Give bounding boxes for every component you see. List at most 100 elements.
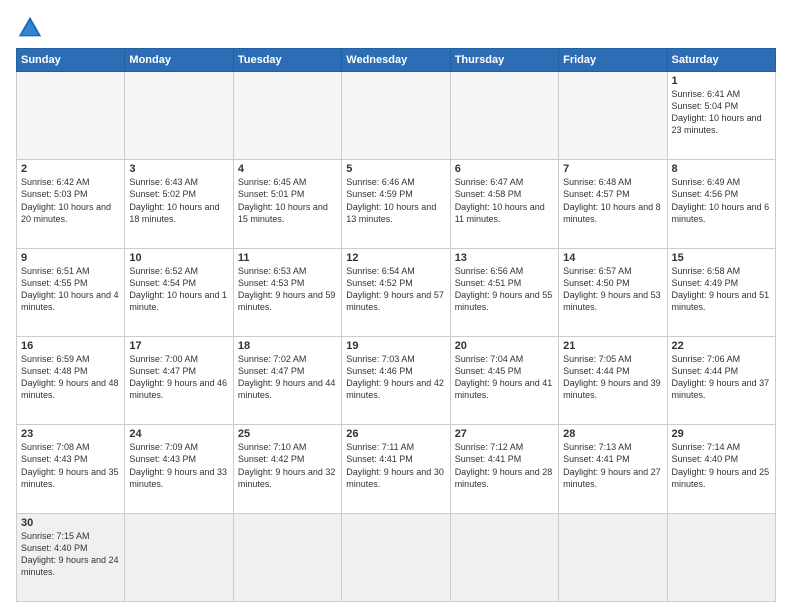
day-info: Sunrise: 6:47 AMSunset: 4:58 PMDaylight:… <box>455 176 554 225</box>
day-cell: 16Sunrise: 6:59 AMSunset: 4:48 PMDayligh… <box>17 336 125 424</box>
day-info: Sunrise: 7:11 AMSunset: 4:41 PMDaylight:… <box>346 441 445 490</box>
day-info: Sunrise: 6:52 AMSunset: 4:54 PMDaylight:… <box>129 265 228 314</box>
day-cell <box>450 513 558 601</box>
day-cell: 30Sunrise: 7:15 AMSunset: 4:40 PMDayligh… <box>17 513 125 601</box>
day-number: 21 <box>563 340 662 352</box>
day-info: Sunrise: 6:58 AMSunset: 4:49 PMDaylight:… <box>672 265 771 314</box>
day-info: Sunrise: 6:56 AMSunset: 4:51 PMDaylight:… <box>455 265 554 314</box>
day-number: 20 <box>455 340 554 352</box>
week-row-2: 2Sunrise: 6:42 AMSunset: 5:03 PMDaylight… <box>17 160 776 248</box>
day-cell <box>667 513 775 601</box>
page: SundayMondayTuesdayWednesdayThursdayFrid… <box>0 0 792 612</box>
day-cell: 23Sunrise: 7:08 AMSunset: 4:43 PMDayligh… <box>17 425 125 513</box>
day-info: Sunrise: 6:45 AMSunset: 5:01 PMDaylight:… <box>238 176 337 225</box>
weekday-header-friday: Friday <box>559 49 667 72</box>
day-cell: 24Sunrise: 7:09 AMSunset: 4:43 PMDayligh… <box>125 425 233 513</box>
week-row-5: 23Sunrise: 7:08 AMSunset: 4:43 PMDayligh… <box>17 425 776 513</box>
calendar: SundayMondayTuesdayWednesdayThursdayFrid… <box>16 48 776 602</box>
day-cell: 2Sunrise: 6:42 AMSunset: 5:03 PMDaylight… <box>17 160 125 248</box>
day-number: 24 <box>129 428 228 440</box>
day-cell <box>559 72 667 160</box>
day-info: Sunrise: 7:03 AMSunset: 4:46 PMDaylight:… <box>346 353 445 402</box>
weekday-header-monday: Monday <box>125 49 233 72</box>
day-number: 28 <box>563 428 662 440</box>
day-cell: 10Sunrise: 6:52 AMSunset: 4:54 PMDayligh… <box>125 248 233 336</box>
day-number: 25 <box>238 428 337 440</box>
day-info: Sunrise: 7:06 AMSunset: 4:44 PMDaylight:… <box>672 353 771 402</box>
day-cell: 3Sunrise: 6:43 AMSunset: 5:02 PMDaylight… <box>125 160 233 248</box>
day-info: Sunrise: 7:05 AMSunset: 4:44 PMDaylight:… <box>563 353 662 402</box>
day-number: 23 <box>21 428 120 440</box>
day-cell: 18Sunrise: 7:02 AMSunset: 4:47 PMDayligh… <box>233 336 341 424</box>
day-cell <box>342 513 450 601</box>
day-number: 18 <box>238 340 337 352</box>
day-cell <box>233 72 341 160</box>
day-cell: 29Sunrise: 7:14 AMSunset: 4:40 PMDayligh… <box>667 425 775 513</box>
day-number: 30 <box>21 517 120 529</box>
day-cell: 8Sunrise: 6:49 AMSunset: 4:56 PMDaylight… <box>667 160 775 248</box>
day-cell <box>125 72 233 160</box>
day-number: 14 <box>563 252 662 264</box>
week-row-1: 1Sunrise: 6:41 AMSunset: 5:04 PMDaylight… <box>17 72 776 160</box>
day-cell: 14Sunrise: 6:57 AMSunset: 4:50 PMDayligh… <box>559 248 667 336</box>
day-number: 12 <box>346 252 445 264</box>
day-info: Sunrise: 7:14 AMSunset: 4:40 PMDaylight:… <box>672 441 771 490</box>
day-number: 19 <box>346 340 445 352</box>
day-cell <box>233 513 341 601</box>
day-number: 8 <box>672 163 771 175</box>
day-info: Sunrise: 7:12 AMSunset: 4:41 PMDaylight:… <box>455 441 554 490</box>
day-info: Sunrise: 7:10 AMSunset: 4:42 PMDaylight:… <box>238 441 337 490</box>
day-cell: 1Sunrise: 6:41 AMSunset: 5:04 PMDaylight… <box>667 72 775 160</box>
day-number: 10 <box>129 252 228 264</box>
weekday-header-row: SundayMondayTuesdayWednesdayThursdayFrid… <box>17 49 776 72</box>
logo <box>16 14 48 42</box>
logo-icon <box>16 14 44 42</box>
day-cell: 12Sunrise: 6:54 AMSunset: 4:52 PMDayligh… <box>342 248 450 336</box>
day-number: 1 <box>672 75 771 87</box>
day-cell <box>342 72 450 160</box>
day-info: Sunrise: 6:48 AMSunset: 4:57 PMDaylight:… <box>563 176 662 225</box>
day-cell: 17Sunrise: 7:00 AMSunset: 4:47 PMDayligh… <box>125 336 233 424</box>
day-number: 26 <box>346 428 445 440</box>
day-info: Sunrise: 6:41 AMSunset: 5:04 PMDaylight:… <box>672 88 771 137</box>
day-number: 13 <box>455 252 554 264</box>
week-row-6: 30Sunrise: 7:15 AMSunset: 4:40 PMDayligh… <box>17 513 776 601</box>
day-info: Sunrise: 7:04 AMSunset: 4:45 PMDaylight:… <box>455 353 554 402</box>
day-info: Sunrise: 6:59 AMSunset: 4:48 PMDaylight:… <box>21 353 120 402</box>
week-row-3: 9Sunrise: 6:51 AMSunset: 4:55 PMDaylight… <box>17 248 776 336</box>
day-info: Sunrise: 6:46 AMSunset: 4:59 PMDaylight:… <box>346 176 445 225</box>
day-number: 27 <box>455 428 554 440</box>
day-number: 6 <box>455 163 554 175</box>
day-number: 7 <box>563 163 662 175</box>
day-info: Sunrise: 7:08 AMSunset: 4:43 PMDaylight:… <box>21 441 120 490</box>
day-cell: 9Sunrise: 6:51 AMSunset: 4:55 PMDaylight… <box>17 248 125 336</box>
day-info: Sunrise: 7:02 AMSunset: 4:47 PMDaylight:… <box>238 353 337 402</box>
day-info: Sunrise: 7:15 AMSunset: 4:40 PMDaylight:… <box>21 530 120 579</box>
day-info: Sunrise: 6:42 AMSunset: 5:03 PMDaylight:… <box>21 176 120 225</box>
day-number: 29 <box>672 428 771 440</box>
weekday-header-wednesday: Wednesday <box>342 49 450 72</box>
day-info: Sunrise: 7:00 AMSunset: 4:47 PMDaylight:… <box>129 353 228 402</box>
weekday-header-thursday: Thursday <box>450 49 558 72</box>
day-info: Sunrise: 6:53 AMSunset: 4:53 PMDaylight:… <box>238 265 337 314</box>
day-cell: 7Sunrise: 6:48 AMSunset: 4:57 PMDaylight… <box>559 160 667 248</box>
day-cell: 26Sunrise: 7:11 AMSunset: 4:41 PMDayligh… <box>342 425 450 513</box>
day-cell: 5Sunrise: 6:46 AMSunset: 4:59 PMDaylight… <box>342 160 450 248</box>
day-number: 3 <box>129 163 228 175</box>
day-number: 11 <box>238 252 337 264</box>
day-info: Sunrise: 6:49 AMSunset: 4:56 PMDaylight:… <box>672 176 771 225</box>
day-cell: 15Sunrise: 6:58 AMSunset: 4:49 PMDayligh… <box>667 248 775 336</box>
day-cell: 11Sunrise: 6:53 AMSunset: 4:53 PMDayligh… <box>233 248 341 336</box>
weekday-header-tuesday: Tuesday <box>233 49 341 72</box>
day-cell: 28Sunrise: 7:13 AMSunset: 4:41 PMDayligh… <box>559 425 667 513</box>
day-cell: 20Sunrise: 7:04 AMSunset: 4:45 PMDayligh… <box>450 336 558 424</box>
day-info: Sunrise: 6:51 AMSunset: 4:55 PMDaylight:… <box>21 265 120 314</box>
header <box>16 14 776 42</box>
day-cell <box>559 513 667 601</box>
day-cell: 19Sunrise: 7:03 AMSunset: 4:46 PMDayligh… <box>342 336 450 424</box>
day-cell: 13Sunrise: 6:56 AMSunset: 4:51 PMDayligh… <box>450 248 558 336</box>
day-cell: 6Sunrise: 6:47 AMSunset: 4:58 PMDaylight… <box>450 160 558 248</box>
day-cell: 25Sunrise: 7:10 AMSunset: 4:42 PMDayligh… <box>233 425 341 513</box>
day-number: 5 <box>346 163 445 175</box>
day-number: 22 <box>672 340 771 352</box>
